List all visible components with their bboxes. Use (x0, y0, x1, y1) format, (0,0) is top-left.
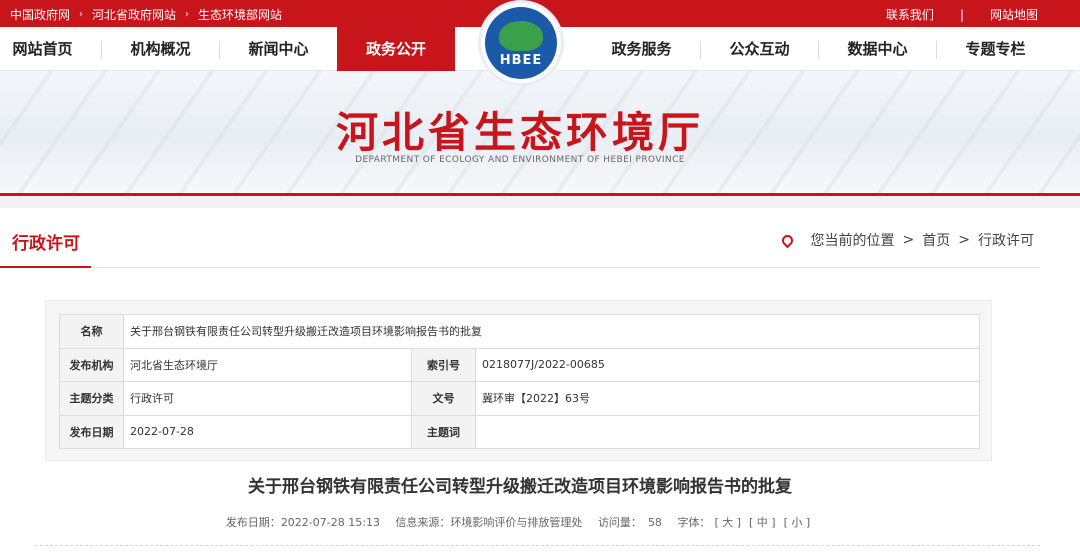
nav-topics[interactable]: 专题专栏 (937, 27, 1054, 71)
publish-date: 发布日期：2022-07-28 15:13 (226, 516, 380, 529)
logo-emblem-icon: HBEE (485, 7, 557, 79)
hbee-logo[interactable]: HBEE (478, 0, 564, 86)
publisher-label: 发布机构 (59, 347, 124, 382)
link-hebei-gov[interactable]: 河北省政府网站 (92, 6, 176, 23)
section-title-underline (0, 266, 91, 268)
chevron-right-icon: › (185, 9, 190, 20)
index-label: 索引号 (411, 347, 476, 382)
visit-count: 访问量： 58 (598, 516, 662, 529)
publish-value: 2022-07-28 15:13 (280, 516, 380, 529)
nav-interaction[interactable]: 公众互动 (701, 27, 818, 71)
link-china-gov[interactable]: 中国政府网 (10, 6, 70, 23)
source-label: 信息来源： (395, 516, 451, 529)
keywords-value (475, 414, 980, 449)
document-info-table: 名称 关于邢台钢铁有限责任公司转型升级搬迁改造项目环境影响报告书的批复 发布机构… (59, 314, 980, 449)
table-row: 发布日期 2022-07-28 主题词 (59, 414, 980, 449)
sitemap-link[interactable]: 网站地图 (990, 6, 1038, 23)
info-source: 信息来源：环境影响评价与排放管理处 (395, 516, 582, 529)
table-row: 名称 关于邢台钢铁有限责任公司转型升级搬迁改造项目环境影响报告书的批复 (59, 314, 980, 349)
article-title: 关于邢台钢铁有限责任公司转型升级搬迁改造项目环境影响报告书的批复 (248, 477, 792, 497)
table-row: 发布机构 河北省生态环境厅 索引号 0218077J/2022-00685 (59, 347, 980, 382)
section-divider (0, 267, 1040, 268)
breadcrumb-home[interactable]: 首页 (922, 230, 950, 250)
nav-data-center[interactable]: 数据中心 (819, 27, 936, 71)
contact-link[interactable]: 联系我们 (886, 6, 934, 23)
index-value: 0218077J/2022-00685 (475, 347, 980, 382)
external-links: 中国政府网 › 河北省政府网站 › 生态环境部网站 (10, 6, 282, 23)
publish-label: 发布日期： (225, 516, 281, 529)
date-label: 发布日期 (59, 414, 124, 449)
docno-label: 文号 (411, 381, 476, 416)
table-row: 主题分类 行政许可 文号 冀环审【2022】63号 (59, 381, 980, 416)
site-title: 河北省生态环境厅 (335, 108, 704, 157)
breadcrumb-current[interactable]: 行政许可 (978, 230, 1034, 250)
logo-map-icon (499, 21, 543, 51)
utility-links: 联系我们 | 网站地图 (886, 6, 1038, 23)
breadcrumb: 您当前的位置 > 首页 > 行政许可 (779, 230, 1034, 250)
docno-value: 冀环审【2022】63号 (475, 381, 980, 416)
banner-shadow (0, 196, 1080, 208)
link-mee-site[interactable]: 生态环境部网站 (198, 6, 282, 23)
source-value: 环境影响评价与排放管理处 (450, 516, 583, 529)
header-banner: 河北省生态环境厅 DEPARTMENT OF ECOLOGY AND ENVIR… (0, 71, 1080, 193)
keywords-label: 主题词 (411, 414, 476, 449)
chevron-right-icon: › (79, 9, 84, 20)
font-small-button[interactable]: [ 小 ] (784, 516, 811, 529)
visits-label: 访问量： (597, 516, 642, 529)
nav-services[interactable]: 政务服务 (583, 27, 700, 71)
breadcrumb-separator: > (958, 232, 970, 248)
divider: | (959, 7, 964, 22)
location-pin-icon (779, 232, 795, 248)
breadcrumb-separator: > (902, 232, 915, 248)
article-meta: 发布日期：2022-07-28 15:13 信息来源：环境影响评价与排放管理处 … (0, 514, 1040, 530)
nav-about[interactable]: 机构概况 (102, 27, 219, 71)
name-label: 名称 (59, 314, 124, 349)
font-label: 字体： (677, 516, 711, 529)
section-title: 行政许可 (12, 234, 80, 254)
font-medium-button[interactable]: [ 中 ] (749, 516, 776, 529)
category-label: 主题分类 (59, 381, 124, 416)
nav-news[interactable]: 新闻中心 (220, 27, 337, 71)
content-divider (35, 545, 1040, 546)
nav-home[interactable]: 网站首页 (0, 27, 85, 71)
name-value: 关于邢台钢铁有限责任公司转型升级搬迁改造项目环境影响报告书的批复 (123, 314, 980, 349)
visits-value: 58 (647, 516, 662, 529)
nav-government-affairs[interactable]: 政务公开 (337, 27, 455, 71)
document-info-panel: 名称 关于邢台钢铁有限责任公司转型升级搬迁改造项目环境影响报告书的批复 发布机构… (45, 300, 992, 461)
logo-text: HBEE (499, 53, 543, 68)
category-value: 行政许可 (123, 381, 412, 416)
font-size-controls: 字体：[ 大 ] [ 中 ] [ 小 ] (677, 516, 814, 529)
location-label: 您当前的位置 (810, 233, 895, 249)
date-value: 2022-07-28 (123, 414, 412, 449)
site-subtitle: DEPARTMENT OF ECOLOGY AND ENVIRONMENT OF… (355, 155, 685, 165)
publisher-value: 河北省生态环境厅 (123, 347, 412, 382)
font-large-button[interactable]: [ 大 ] (714, 516, 741, 529)
